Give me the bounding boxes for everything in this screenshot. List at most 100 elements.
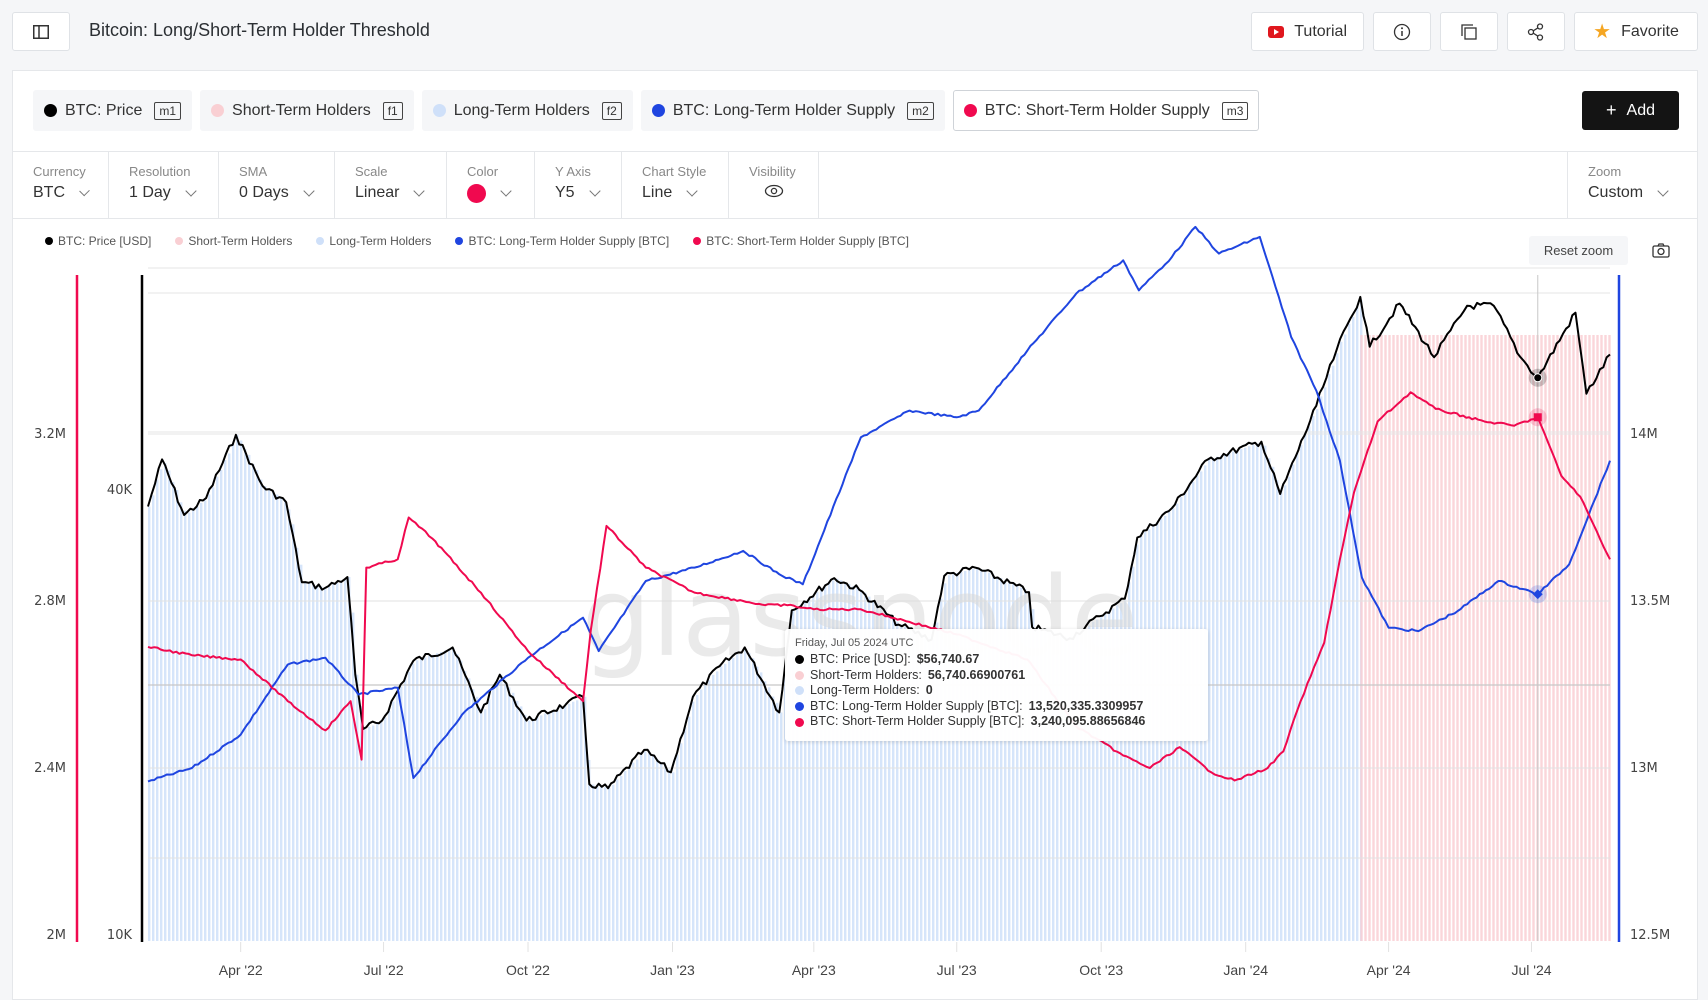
lth-axis-tick-label: 13.5M (1630, 594, 1670, 609)
band-bar (308, 583, 311, 941)
band-bar (1244, 447, 1247, 941)
band-bar (708, 680, 711, 941)
band-bar (272, 491, 275, 941)
band-bar (636, 759, 639, 941)
band-bar (680, 743, 683, 941)
band-bar (240, 440, 243, 941)
band-bar (656, 758, 659, 941)
x-axis-tick-label: Jul '23 (937, 962, 977, 978)
band-bar (288, 509, 291, 941)
band-bar (176, 490, 179, 941)
x-axis-tick-label: Oct '22 (506, 962, 550, 978)
band-bar (1232, 451, 1235, 941)
tooltip-dot (795, 717, 804, 727)
band-bar (1588, 335, 1591, 941)
band-bar (1336, 353, 1339, 941)
band-bar (704, 683, 707, 941)
band-bar (564, 705, 567, 941)
band-bar (1388, 335, 1391, 941)
band-bar (1316, 409, 1319, 941)
band-bar (424, 657, 427, 941)
band-bar (1432, 335, 1435, 941)
tooltip-date: Friday, Jul 05 2024 UTC (795, 637, 914, 649)
band-bar (652, 755, 655, 941)
band-bar (1396, 335, 1399, 941)
band-bar (380, 722, 383, 941)
band-bar (1252, 444, 1255, 941)
band-bar (432, 654, 435, 941)
band-bar (1288, 476, 1291, 941)
band-bar (1260, 442, 1263, 941)
band-bar (444, 650, 447, 941)
band-bar (204, 500, 207, 941)
band-bar (340, 580, 343, 941)
band-bar (1460, 335, 1463, 941)
tooltip-value: 56,740.66900761 (927, 667, 1026, 682)
sth-axis-tick-label: 2.4M (34, 761, 66, 776)
band-bar (1308, 426, 1311, 942)
band-bar (368, 726, 371, 941)
tooltip-dot (795, 670, 804, 680)
band-bar (504, 679, 507, 941)
tooltip-row: Short-Term Holders: 56,740.66900761 (795, 668, 1198, 684)
band-bar (320, 586, 323, 941)
band-bar (1556, 335, 1559, 941)
band-bar (416, 660, 419, 941)
band-bar (1268, 458, 1271, 941)
band-bar (1480, 335, 1483, 941)
band-bar (1228, 453, 1231, 941)
band-bar (1532, 335, 1535, 941)
band-bar (188, 512, 191, 941)
x-axis-tick-label: Jan '23 (650, 962, 695, 978)
band-bar (640, 754, 643, 941)
band-bar (612, 784, 615, 941)
band-bar (740, 652, 743, 941)
band-bar (284, 500, 287, 941)
band-bar (604, 787, 607, 941)
band-bar (1440, 335, 1443, 941)
band-bar (428, 655, 431, 941)
band-bar (1576, 335, 1579, 941)
band-bar (184, 510, 187, 941)
band-bar (696, 695, 699, 941)
band-bar (748, 652, 751, 941)
band-bar (508, 687, 511, 941)
band-bar (500, 674, 503, 941)
band-bar (1240, 448, 1243, 941)
band-bar (684, 727, 687, 941)
band-bar (496, 683, 499, 941)
band-bar (456, 654, 459, 941)
band-bar (632, 762, 635, 941)
band-bar (608, 787, 611, 941)
band-bar (1516, 335, 1519, 941)
band-bar (316, 585, 319, 941)
sth-axis-tick-label: 2M (47, 928, 67, 943)
price-axis-tick-label: 10K (107, 928, 133, 943)
band-bar (412, 663, 415, 941)
band-bar (552, 710, 555, 941)
band-bar (1416, 335, 1419, 941)
x-axis-tick-label: Oct '23 (1079, 962, 1123, 978)
band-bar (1352, 316, 1355, 941)
band-bar (1408, 335, 1411, 941)
band-bar (1436, 335, 1439, 941)
band-bar (168, 470, 171, 941)
band-bar (1520, 335, 1523, 941)
band-bar (476, 696, 479, 941)
band-bar (660, 762, 663, 941)
band-bar (744, 648, 747, 941)
band-bar (1272, 466, 1275, 941)
band-bar (700, 689, 703, 941)
tooltip-label: Short-Term Holders: (810, 667, 922, 682)
band-bar (1328, 374, 1331, 941)
band-bar (720, 666, 723, 941)
band-bar (156, 479, 159, 941)
band-bar (328, 587, 331, 941)
band-bar (732, 657, 735, 941)
chart-canvas[interactable]: glassnode 2M2.4M2.8M3.2M10K40K12.5M13M13… (0, 0, 1708, 986)
tooltip-value: 3,240,095.88656846 (1030, 714, 1146, 729)
band-bar (1560, 335, 1563, 941)
band-bar (276, 494, 279, 941)
band-bar (372, 725, 375, 941)
band-bar (1224, 454, 1227, 941)
